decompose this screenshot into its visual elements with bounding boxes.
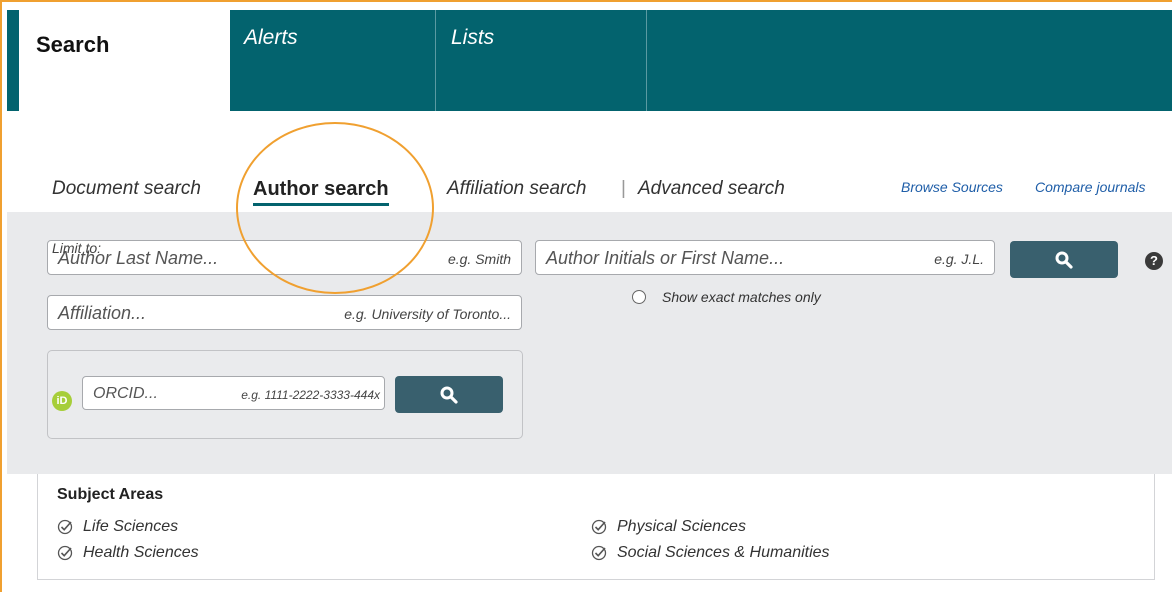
orcid-search-box: iD ORCID... e.g. 1111-2222-3333-444x: [47, 350, 523, 439]
tab-alerts-label: Alerts: [244, 26, 298, 49]
checkmark-circle-icon[interactable]: [591, 519, 607, 535]
orcid-placeholder: ORCID...: [93, 385, 158, 402]
affiliation-example: e.g. University of Toronto...: [344, 306, 511, 322]
checkmark-circle-icon[interactable]: [57, 519, 73, 535]
tab-lists-label: Lists: [451, 26, 495, 49]
checkmark-circle-icon[interactable]: [57, 545, 73, 561]
compare-journals-link[interactable]: Compare journals: [1035, 179, 1146, 195]
author-last-name-input[interactable]: Author Last Name... e.g. Smith: [47, 240, 522, 275]
affiliation-input[interactable]: Affiliation... e.g. University of Toront…: [47, 295, 522, 330]
last-name-example: e.g. Smith: [447, 251, 511, 267]
search-icon: [440, 386, 458, 404]
advanced-search-link[interactable]: Advanced search: [638, 178, 785, 200]
exact-matches-label: Show exact matches only: [662, 289, 821, 305]
subject-label: Physical Sciences: [617, 518, 746, 535]
browse-sources-link[interactable]: Browse Sources: [901, 179, 1003, 195]
tab-search-label: Search: [36, 32, 110, 57]
author-search-form: Author Last Name... e.g. Smith Author In…: [7, 212, 1172, 474]
tab-lists[interactable]: Lists: [437, 10, 647, 111]
search-icon: [1055, 251, 1073, 269]
tab-search[interactable]: Search: [19, 10, 230, 111]
document-search-link[interactable]: Document search: [52, 178, 201, 200]
author-initials-input[interactable]: Author Initials or First Name... e.g. J.…: [535, 240, 995, 275]
orcid-input[interactable]: ORCID... e.g. 1111-2222-3333-444x: [82, 376, 385, 410]
affiliation-placeholder: Affiliation...: [58, 303, 147, 323]
subject-areas-title: Subject Areas: [57, 486, 164, 503]
orcid-search-button[interactable]: [395, 376, 503, 413]
checkmark-circle-icon[interactable]: [591, 545, 607, 561]
orcid-icon: iD: [52, 391, 72, 411]
orcid-example: e.g. 1111-2222-3333-444x: [241, 388, 380, 402]
initials-placeholder: Author Initials or First Name...: [546, 248, 785, 268]
exact-matches-radio[interactable]: [632, 290, 646, 304]
separator: |: [621, 178, 626, 199]
author-search-button[interactable]: [1010, 241, 1118, 278]
tab-alerts[interactable]: Alerts: [230, 10, 436, 111]
affiliation-search-link[interactable]: Affiliation search: [447, 178, 586, 200]
limit-to-label: Limit to:: [52, 240, 102, 256]
initials-example: e.g. J.L.: [934, 251, 984, 267]
subject-label: Life Sciences: [83, 518, 179, 535]
help-icon[interactable]: ?: [1145, 252, 1163, 270]
subject-label: Social Sciences & Humanities: [617, 544, 830, 561]
top-navigation: Search Alerts Lists: [7, 10, 1172, 111]
author-search-tab[interactable]: Author search: [253, 178, 389, 206]
subject-label: Health Sciences: [83, 544, 199, 561]
subject-areas-panel: Subject Areas Life Sciences Health Scien…: [37, 474, 1155, 580]
